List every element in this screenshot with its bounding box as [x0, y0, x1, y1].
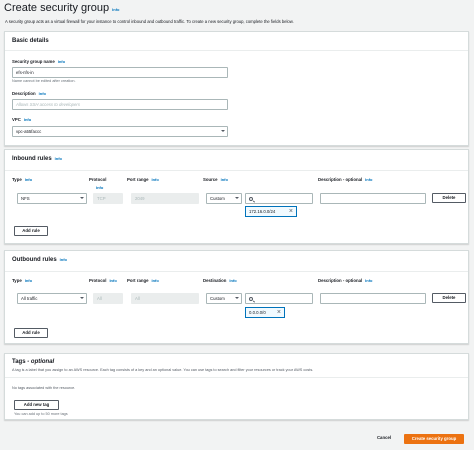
- name-hint: Name cannot be edited after creation.: [12, 79, 76, 83]
- col-type: Type Info: [12, 177, 33, 182]
- col-destination: Destination Info: [203, 278, 237, 283]
- chevron-down-icon: [235, 297, 239, 299]
- title-info-link[interactable]: Info: [112, 7, 119, 12]
- divider: [5, 377, 468, 378]
- desc-info-link[interactable]: Info: [365, 177, 372, 182]
- dest-info-link[interactable]: Info: [229, 278, 236, 283]
- tags-empty-text: No tags associated with the resource.: [12, 386, 76, 390]
- vpc-info-link[interactable]: Info: [24, 117, 31, 122]
- close-icon[interactable]: ×: [289, 207, 293, 216]
- chevron-down-icon: [235, 197, 239, 199]
- outbound-delete-button[interactable]: Delete: [432, 293, 466, 303]
- inbound-protocol-field: TCP: [93, 193, 123, 204]
- outbound-destination-select[interactable]: Custom: [206, 293, 242, 304]
- col-protocol: Protocol Info: [89, 278, 117, 283]
- outbound-rules-heading: Outbound rules Info: [12, 257, 68, 263]
- tags-panel: Tags - optional A tag is a label that yo…: [4, 353, 469, 420]
- outbound-type-select[interactable]: All traffic: [17, 293, 87, 304]
- description-label: Description Info: [12, 91, 46, 96]
- description-input[interactable]: Allows SSH access to developers: [12, 99, 228, 110]
- basic-details-heading: Basic details: [12, 38, 49, 44]
- inbound-rules-heading: Inbound rules Info: [12, 156, 63, 162]
- outbound-description-input[interactable]: [320, 293, 426, 304]
- name-label: Security group name Info: [12, 59, 66, 64]
- divider: [5, 50, 468, 51]
- cancel-button[interactable]: Cancel: [369, 434, 399, 444]
- vpc-select[interactable]: vpc-a55faccc: [12, 126, 228, 137]
- tags-heading: Tags - optional: [12, 359, 55, 365]
- outbound-destination-token: 0.0.0.0/0 ×: [245, 307, 285, 318]
- col-port-range: Port range Info: [127, 278, 159, 283]
- close-icon[interactable]: ×: [277, 308, 281, 317]
- security-group-name-input[interactable]: efs-nfs-in: [12, 67, 228, 78]
- chevron-down-icon: [221, 130, 225, 132]
- desc-info-link[interactable]: Info: [365, 278, 372, 283]
- outbound-info-link[interactable]: Info: [60, 257, 67, 262]
- col-port-range: Port range Info: [127, 177, 159, 182]
- search-icon: [249, 196, 253, 201]
- col-description: Description - optional Info: [318, 177, 373, 182]
- inbound-info-link[interactable]: Info: [55, 156, 62, 161]
- outbound-protocol-field: All: [93, 293, 123, 304]
- chevron-down-icon: [80, 197, 84, 199]
- inbound-add-rule-button[interactable]: Add rule: [14, 226, 48, 236]
- outbound-destination-search[interactable]: [245, 293, 313, 304]
- chevron-down-icon: [80, 297, 84, 299]
- name-info-link[interactable]: Info: [58, 59, 65, 64]
- outbound-add-rule-button[interactable]: Add rule: [14, 328, 48, 338]
- page-title: Create security group Info: [4, 2, 120, 14]
- inbound-rules-panel: Inbound rules Info Type Info Protocol Info…: [4, 149, 469, 244]
- inbound-source-search[interactable]: [245, 193, 313, 204]
- add-new-tag-button[interactable]: Add new tag: [14, 400, 59, 410]
- port-info-link[interactable]: Info: [152, 177, 159, 182]
- port-info-link[interactable]: Info: [152, 278, 159, 283]
- description-info-link[interactable]: Info: [39, 91, 46, 96]
- inbound-port-field: 2049: [131, 193, 199, 204]
- col-source: Source Info: [203, 177, 228, 182]
- divider: [5, 271, 468, 272]
- inbound-source-token: 172.16.0.0/24 ×: [245, 206, 297, 217]
- inbound-description-input[interactable]: [320, 193, 426, 204]
- tag-limit-text: You can add up to 50 more tags: [14, 412, 68, 416]
- outbound-rules-panel: Outbound rules Info Type Info Protocol Info…: [4, 250, 469, 344]
- col-protocol: Protocol: [89, 177, 107, 182]
- inbound-source-select[interactable]: Custom: [206, 193, 242, 204]
- vpc-label: VPC Info: [12, 117, 32, 122]
- protocol-info-link[interactable]: Info: [96, 185, 103, 190]
- source-info-link[interactable]: Info: [221, 177, 228, 182]
- create-security-group-button[interactable]: Create security group: [404, 434, 464, 444]
- basic-details-panel: Basic details Security group name Info ef…: [4, 31, 469, 146]
- outbound-port-field: All: [131, 293, 199, 304]
- search-icon: [249, 296, 253, 301]
- type-info-link[interactable]: Info: [25, 278, 32, 283]
- col-description: Description - optional Info: [318, 278, 373, 283]
- divider: [5, 170, 468, 171]
- tags-description: A tag is a label that you assign to an A…: [12, 368, 314, 372]
- inbound-delete-button[interactable]: Delete: [432, 193, 466, 203]
- page-description: A security group acts as a virtual firew…: [5, 19, 294, 24]
- col-type: Type Info: [12, 278, 33, 283]
- protocol-info-link[interactable]: Info: [109, 278, 116, 283]
- type-info-link[interactable]: Info: [25, 177, 32, 182]
- inbound-type-select[interactable]: NFS: [17, 193, 87, 204]
